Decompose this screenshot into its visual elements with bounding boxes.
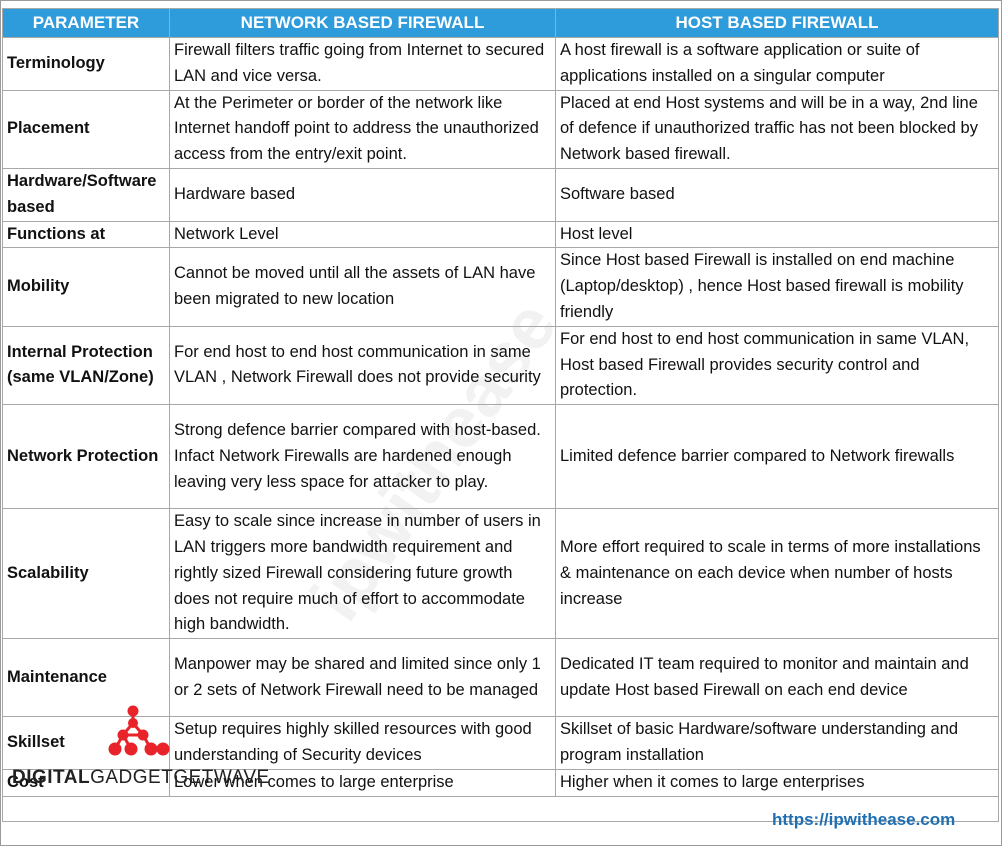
table-row: Network Protection Strong defence barrier… — [2, 404, 999, 510]
firewall-comparison-table: PARAMETER NETWORK BASED FIREWALL HOST BA… — [2, 8, 999, 822]
parameter-cell: Skillset — [2, 716, 170, 770]
table-row: Maintenance Manpower may be shared and li… — [2, 638, 999, 718]
host-cell: Since Host based Firewall is installed o… — [555, 247, 999, 327]
parameter-cell: Cost — [2, 768, 170, 797]
table-row: Skillset Setup requires highly skilled re… — [2, 716, 999, 770]
header-parameter: PARAMETER — [2, 8, 170, 38]
parameter-cell: Scalability — [2, 508, 170, 640]
network-cell: Easy to scale since increase in number o… — [169, 508, 556, 640]
parameter-cell: Mobility — [2, 247, 170, 327]
host-cell: Host level — [555, 220, 999, 249]
network-cell: For end host to end host communication i… — [169, 325, 556, 406]
source-url-link[interactable]: https://ipwithease.com — [772, 810, 955, 830]
network-cell: Lower when comes to large enterprise — [169, 768, 556, 797]
parameter-cell: Hardware/Software based — [2, 167, 170, 222]
network-cell: Manpower may be shared and limited since… — [169, 638, 556, 718]
network-cell: Firewall filters traffic going from Inte… — [169, 37, 556, 91]
table-row: Functions at Network Level Host level — [2, 220, 999, 249]
host-cell: For end host to end host communication i… — [555, 325, 999, 406]
network-cell: Strong defence barrier compared with hos… — [169, 404, 556, 510]
network-cell: Cannot be moved until all the assets of … — [169, 247, 556, 327]
header-row: PARAMETER NETWORK BASED FIREWALL HOST BA… — [2, 8, 999, 38]
parameter-cell: Network Protection — [2, 404, 170, 510]
header-network: NETWORK BASED FIREWALL — [169, 8, 556, 38]
host-cell: Software based — [555, 167, 999, 222]
parameter-cell: Placement — [2, 89, 170, 169]
network-cell: Network Level — [169, 220, 556, 249]
host-cell: Dedicated IT team required to monitor an… — [555, 638, 999, 718]
header-host: HOST BASED FIREWALL — [555, 8, 999, 38]
table-row: Mobility Cannot be moved until all the as… — [2, 247, 999, 327]
host-cell: Limited defence barrier compared to Netw… — [555, 404, 999, 510]
host-cell: More effort required to scale in terms o… — [555, 508, 999, 640]
network-cell: Setup requires highly skilled resources … — [169, 716, 556, 770]
host-cell: A host firewall is a software applicatio… — [555, 37, 999, 91]
table-row: Terminology Firewall filters traffic goin… — [2, 37, 999, 91]
table-row: Cost Lower when comes to large enterprise… — [2, 768, 999, 797]
parameter-cell: Maintenance — [2, 638, 170, 718]
host-cell: Placed at end Host systems and will be i… — [555, 89, 999, 169]
network-cell: Hardware based — [169, 167, 556, 222]
table-row: Hardware/Software based Hardware based Sof… — [2, 167, 999, 222]
table-row: Internal Protection (same VLAN/Zone) For … — [2, 325, 999, 406]
table-row: Placement At the Perimeter or border of t… — [2, 89, 999, 169]
table-row: Scalability Easy to scale since increase … — [2, 508, 999, 640]
parameter-cell: Functions at — [2, 220, 170, 249]
parameter-cell: Terminology — [2, 37, 170, 91]
host-cell: Skillset of basic Hardware/software unde… — [555, 716, 999, 770]
parameter-cell: Internal Protection (same VLAN/Zone) — [2, 325, 170, 406]
network-cell: At the Perimeter or border of the networ… — [169, 89, 556, 169]
host-cell: Higher when it comes to large enterprise… — [555, 768, 999, 797]
